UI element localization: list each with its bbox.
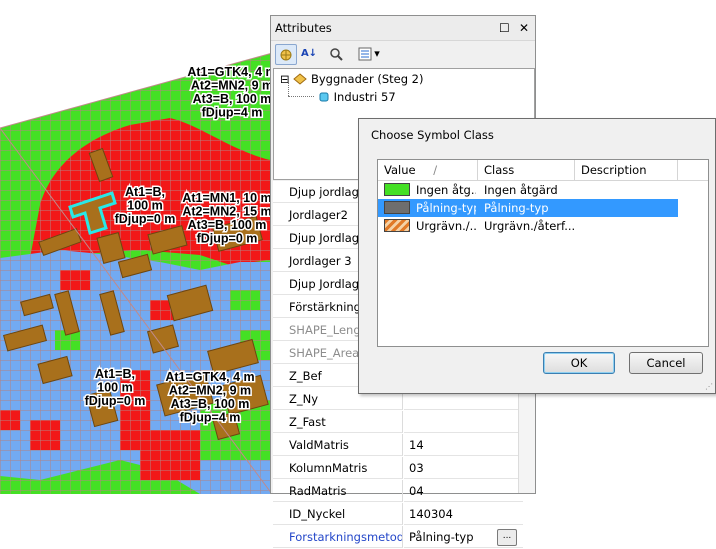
map-annotation-line: At3=B, 100 m [171, 397, 250, 411]
feature-icon [319, 92, 329, 102]
map-annotation-line: At1=GTK4, 4 m [165, 370, 254, 384]
column-description[interactable]: Description [575, 160, 678, 180]
column-class[interactable]: Class [478, 160, 575, 180]
symbol-swatch-icon [384, 201, 410, 214]
layer-icon [293, 73, 308, 85]
map-annotation-line: At1=GTK4, 4 m [187, 65, 276, 79]
show-hierarchy-button[interactable] [275, 44, 297, 65]
attribute-row[interactable]: ID_Nyckel 140304 [273, 503, 523, 526]
column-description-label: Description [581, 163, 647, 177]
map-annotation-line: fDjup=0 m [197, 232, 258, 246]
symbol-class: Pålning-typ [484, 201, 549, 215]
chevron-down-icon: ▾ [374, 47, 380, 60]
resize-grip-icon[interactable]: ⋰ [705, 382, 713, 391]
cancel-button[interactable]: Cancel [629, 352, 703, 374]
tree-connector [288, 82, 290, 96]
ok-button[interactable]: OK [543, 352, 615, 374]
map-annotation-line: At1=B, [125, 185, 165, 199]
sort-indicator-icon: / [433, 163, 438, 177]
symbol-class-row[interactable]: Urgrävn./... Urgrävn./återf... [378, 217, 678, 235]
list-options-icon [358, 47, 372, 60]
ellipsis-button[interactable]: ... [497, 529, 517, 546]
tree-feature-node[interactable]: Industri 57 [318, 90, 396, 104]
map-annotation-line: 100 m [127, 199, 162, 213]
tree-layer-label: Byggnader (Steg 2) [310, 72, 424, 86]
map-annotation-line: fDjup=4 m [180, 411, 241, 425]
attribute-value[interactable] [404, 411, 523, 433]
attribute-row[interactable]: Z_Fast [273, 411, 523, 434]
symbol-description [581, 217, 676, 235]
attribute-key: ValdMatris [273, 434, 403, 456]
map-annotation-line: At2=MN2, 9 m [191, 79, 273, 93]
tree-connector [288, 96, 314, 98]
list-header: Value / Class Description [378, 160, 708, 181]
attributes-title-bar: Attributes ☐ ✕ [271, 16, 535, 40]
symbol-class: Urgrävn./återf... [484, 219, 574, 233]
attribute-value[interactable]: 14 [404, 434, 523, 456]
map-annotation-line: At1=MN1, 10 m [182, 191, 271, 205]
symbol-description [581, 199, 676, 217]
options-dropdown[interactable]: ▾ [355, 44, 383, 63]
map-annotation-line: At3=B, 100 m [193, 92, 272, 106]
attribute-key: ID_Nyckel [273, 503, 403, 525]
attribute-key: KolumnMatris [273, 457, 403, 479]
attributes-toolbar: A↓ ▾ [271, 40, 535, 67]
sort-button[interactable]: A↓ [299, 44, 319, 63]
choose-symbol-class-dialog: Choose Symbol Class Value / Class Descri… [358, 118, 716, 394]
map-annotation-line: fDjup=0 m [85, 394, 146, 408]
attribute-row[interactable]: KolumnMatris 03 [273, 457, 523, 480]
attribute-value[interactable]: 140304 [404, 503, 523, 525]
attribute-row[interactable]: Forstarkningsmetod Pålning-typ... [273, 526, 523, 549]
map-annotation-line: At2=MN2, 15 m [182, 205, 271, 219]
dialog-title: Choose Symbol Class [371, 128, 494, 142]
symbol-class-list: Value / Class Description Ingen åtg... In… [377, 159, 709, 347]
symbol-swatch-icon [384, 219, 410, 232]
symbol-value: Urgrävn./... [416, 219, 476, 233]
column-class-label: Class [484, 163, 515, 177]
sort-icon: A↓ [300, 48, 318, 59]
map-annotation-line: fDjup=4 m [202, 106, 263, 120]
attributes-title: Attributes [275, 21, 332, 35]
attribute-row[interactable]: RadMatris 04 [273, 480, 523, 503]
symbol-class-row[interactable]: Pålning-typ Pålning-typ [378, 199, 678, 217]
map-annotation-line: At2=MN2, 9 m [169, 384, 251, 398]
attribute-key: Z_Fast [273, 411, 403, 433]
symbol-swatch-icon [384, 183, 410, 196]
symbol-value: Pålning-typ [416, 201, 476, 215]
tree-feature-label: Industri 57 [333, 90, 396, 104]
map-annotation-line: At3=B, 100 m [188, 218, 267, 232]
attribute-value[interactable]: 04 [404, 480, 523, 502]
find-icon [330, 47, 343, 61]
attribute-key: RadMatris [273, 480, 403, 502]
close-icon[interactable]: ✕ [517, 16, 531, 40]
symbol-class: Ingen åtgärd [484, 183, 558, 197]
hierarchy-icon [280, 49, 292, 60]
attribute-key: Forstarkningsmetod [273, 526, 403, 548]
column-value[interactable]: Value / [378, 160, 478, 180]
dock-icon[interactable]: ☐ [497, 16, 511, 40]
symbol-value: Ingen åtg... [416, 183, 476, 197]
identify-button[interactable] [327, 44, 347, 63]
symbol-class-row[interactable]: Ingen åtg... Ingen åtgärd [378, 181, 678, 199]
tree-layer-node[interactable]: ⊟ Byggnader (Steg 2) [280, 72, 423, 86]
map-annotation-line: At1=B, [95, 367, 135, 381]
map-annotation-line: 100 m [97, 381, 132, 395]
attribute-row[interactable]: ValdMatris 14 [273, 434, 523, 457]
column-value-label: Value [384, 163, 416, 177]
attribute-value[interactable]: 03 [404, 457, 523, 479]
symbol-description [581, 181, 676, 199]
map-annotation-line: fDjup=0 m [115, 212, 176, 226]
